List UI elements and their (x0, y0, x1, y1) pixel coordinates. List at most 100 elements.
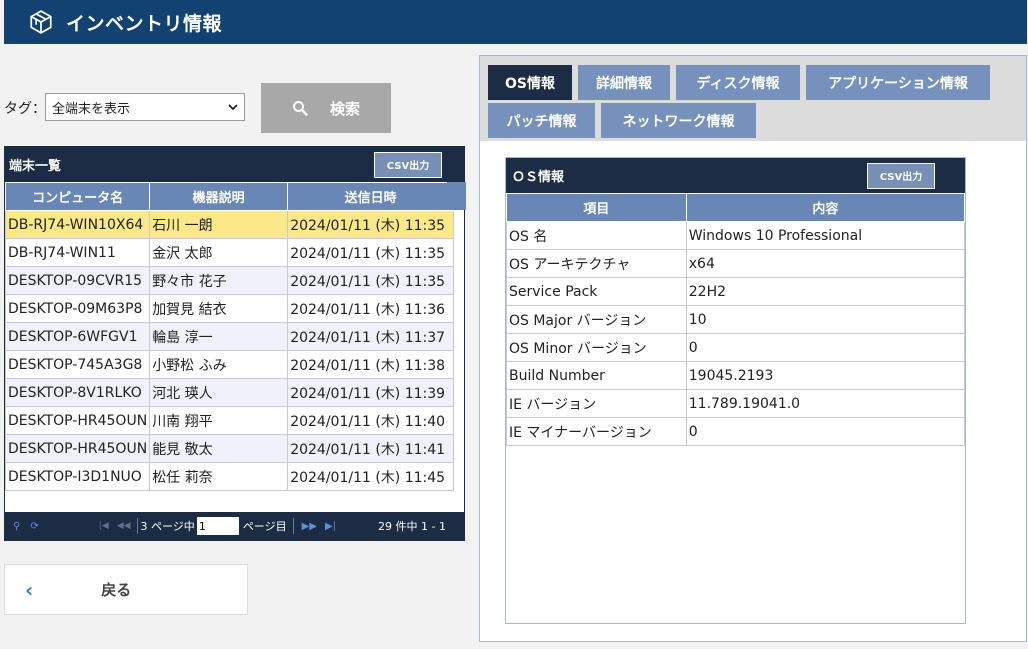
col-sent-at[interactable]: 送信日時 (287, 182, 455, 211)
detail-panel: OS情報 詳細情報 ディスク情報 アプリケーション情報 パッチ情報 ネットワーク… (479, 55, 1027, 642)
pager: ⚲ ⟳ |◀ ◀◀ 3 ページ中 ページ目 ▶▶ ▶| 29 件中 1 - 1 (5, 512, 464, 540)
cell-computer-name: DESKTOP-6WFGV1 (4, 322, 151, 351)
cell-computer-name: DESKTOP-09CVR15 (4, 266, 151, 295)
tab-disk-info[interactable]: ディスク情報 (676, 65, 800, 100)
table-row[interactable]: DB-RJ74-WIN10X64 石川 一朗 2024/01/11 (木) 11:3… (4, 210, 455, 239)
search-icon[interactable]: ⚲ (13, 521, 20, 532)
os-info-table: 項目 内容 OS 名 Windows 10 Professional OS アーキテ… (506, 193, 966, 446)
table-row[interactable]: DESKTOP-09CVR15 野々市 花子 2024/01/11 (木) 11:3… (4, 266, 455, 295)
pager-separator (136, 518, 138, 534)
table-row[interactable]: DESKTOP-HR45OUN 能見 敬太 2024/01/11 (木) 11:41 (4, 434, 455, 463)
table-row: IE マイナーバージョン 0 (506, 417, 966, 446)
table-row[interactable]: DESKTOP-HR45OUN 川南 翔平 2024/01/11 (木) 11:40 (4, 406, 455, 435)
prev-page-icon[interactable]: ◀◀ (117, 521, 131, 531)
back-button[interactable]: ‹ 戻る (4, 564, 248, 615)
table-row[interactable]: DESKTOP-6WFGV1 輪島 淳一 2024/01/11 (木) 11:37 (4, 322, 455, 351)
cell-description: 加賀見 結衣 (149, 294, 289, 323)
os-info-csv-button[interactable]: CSV出力 (867, 162, 935, 189)
os-info-table-body: OS 名 Windows 10 Professional OS アーキテクチャ x64… (506, 221, 966, 446)
tag-select-value: 全端末を表示 (52, 101, 131, 117)
cell-sent-at: 2024/01/11 (木) 11:37 (287, 322, 455, 351)
cell-sent-at: 2024/01/11 (木) 11:35 (287, 210, 455, 239)
table-row[interactable]: DESKTOP-09M63P8 加賀見 結衣 2024/01/11 (木) 11:3… (4, 294, 455, 323)
os-info-header: ＯＳ情報 CSV出力 (506, 158, 965, 193)
cell-computer-name: DESKTOP-HR45OUN (4, 406, 151, 435)
cell-sent-at: 2024/01/11 (木) 11:35 (287, 238, 455, 267)
cell-description: 能見 敬太 (149, 434, 289, 463)
cell-content: Windows 10 Professional (685, 221, 966, 250)
cell-description: 松任 莉奈 (149, 462, 289, 491)
col-content: 内容 (685, 193, 966, 222)
table-row: OS Minor バージョン 0 (506, 333, 966, 362)
table-row: OS Major バージョン 10 (506, 305, 966, 334)
device-table-header: コンピュータ名 機器説明 送信日時 (4, 182, 455, 211)
os-info-title: ＯＳ情報 (512, 170, 565, 185)
app-header: インベントリ情報 (4, 0, 1027, 44)
cell-sent-at: 2024/01/11 (木) 11:41 (287, 434, 455, 463)
next-page-icon[interactable]: ▶▶ (302, 521, 317, 532)
device-list-title: 端末一覧 (9, 159, 62, 174)
cell-sent-at: 2024/01/11 (木) 11:36 (287, 294, 455, 323)
device-list-csv-button[interactable]: CSV出力 (374, 151, 442, 178)
cell-computer-name: DB-RJ74-WIN11 (4, 238, 151, 267)
cell-description: 輪島 淳一 (149, 322, 289, 351)
first-page-icon[interactable]: |◀ (99, 521, 109, 531)
cell-content: 11.789.19041.0 (685, 389, 966, 418)
col-description[interactable]: 機器説明 (149, 182, 289, 211)
cell-item: OS Minor バージョン (506, 333, 687, 362)
table-row[interactable]: DESKTOP-745A3G8 小野松 ふみ 2024/01/11 (木) 11:3… (4, 350, 455, 379)
table-row[interactable]: DB-RJ74-WIN11 金沢 太郎 2024/01/11 (木) 11:35 (4, 238, 455, 267)
table-row: IE バージョン 11.789.19041.0 (506, 389, 966, 418)
cell-content: 10 (685, 305, 966, 334)
cell-content: 0 (685, 333, 966, 362)
refresh-icon[interactable]: ⟳ (30, 521, 38, 532)
chevron-down-icon (228, 104, 238, 111)
pager-pages-text: 3 ページ中 (140, 520, 195, 533)
tab-network-info[interactable]: ネットワーク情報 (601, 103, 756, 138)
cell-description: 川南 翔平 (149, 406, 289, 435)
cell-description: 河北 瑛人 (149, 378, 289, 407)
cell-computer-name: DESKTOP-8V1RLKO (4, 378, 151, 407)
search-icon (292, 101, 308, 116)
tab-os-info[interactable]: OS情報 (488, 65, 572, 100)
col-computer-name[interactable]: コンピュータ名 (4, 182, 151, 211)
tag-label: タグ： (4, 101, 46, 117)
pager-separator (292, 518, 294, 534)
tab-bar: OS情報 詳細情報 ディスク情報 アプリケーション情報 パッチ情報 ネットワーク… (480, 56, 1026, 141)
cell-description: 金沢 太郎 (149, 238, 289, 267)
tab-patch-info[interactable]: パッチ情報 (488, 103, 595, 138)
tab-application-info[interactable]: アプリケーション情報 (806, 65, 990, 100)
back-button-label: 戻る (101, 581, 132, 599)
cube-icon (30, 10, 52, 34)
pager-count-text: 29 件中 1 - 1 (378, 520, 446, 533)
col-item: 項目 (506, 193, 687, 222)
table-row: Service Pack 22H2 (506, 277, 966, 306)
device-list-header: 端末一覧 CSV出力 (5, 147, 464, 182)
os-info-panel: ＯＳ情報 CSV出力 項目 内容 OS 名 Windows 10 Professi… (505, 157, 966, 624)
search-button-label: 検索 (329, 100, 360, 118)
device-table: コンピュータ名 機器説明 送信日時 DB-RJ74-WIN10X64 石川 一朗 2… (4, 182, 455, 491)
tab-detail-info[interactable]: 詳細情報 (578, 65, 670, 100)
cell-computer-name: DESKTOP-745A3G8 (4, 350, 151, 379)
cell-item: IE マイナーバージョン (506, 417, 687, 446)
cell-sent-at: 2024/01/11 (木) 11:45 (287, 462, 455, 491)
cell-sent-at: 2024/01/11 (木) 11:40 (287, 406, 455, 435)
chevron-left-icon: ‹ (25, 577, 34, 602)
cell-item: IE バージョン (506, 389, 687, 418)
page-number-input[interactable] (196, 517, 239, 535)
page-title: インベントリ情報 (66, 12, 223, 35)
cell-content: 19045.2193 (685, 361, 966, 390)
cell-content: 0 (685, 417, 966, 446)
cell-content: x64 (685, 249, 966, 278)
cell-item: OS アーキテクチャ (506, 249, 687, 278)
os-info-table-header: 項目 内容 (506, 193, 966, 222)
search-button[interactable]: 検索 (261, 83, 391, 133)
cell-sent-at: 2024/01/11 (木) 11:39 (287, 378, 455, 407)
cell-computer-name: DB-RJ74-WIN10X64 (4, 210, 151, 239)
tag-select[interactable]: 全端末を表示 (45, 93, 245, 121)
last-page-icon[interactable]: ▶| (325, 521, 336, 532)
table-header-filler (447, 182, 466, 210)
table-row[interactable]: DESKTOP-8V1RLKO 河北 瑛人 2024/01/11 (木) 11:39 (4, 378, 455, 407)
table-row[interactable]: DESKTOP-I3D1NUO 松任 莉奈 2024/01/11 (木) 11:45 (4, 462, 455, 491)
cell-item: Build Number (506, 361, 687, 390)
